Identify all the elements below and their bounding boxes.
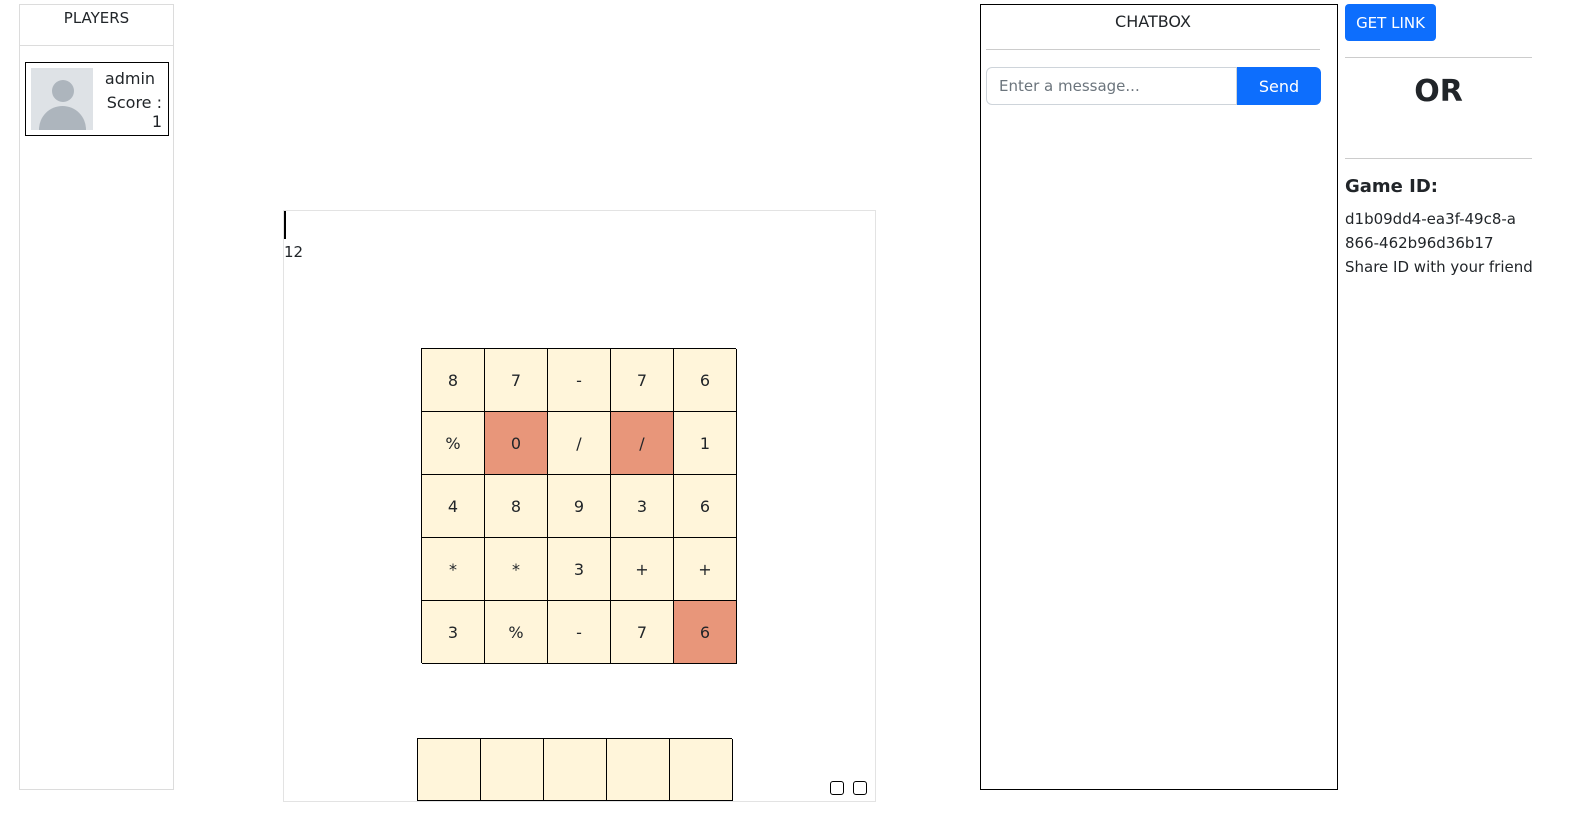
grid-cell[interactable]: /	[611, 412, 674, 475]
player-score: Score : 1	[106, 93, 162, 131]
or-text: OR	[1414, 74, 1463, 109]
grid-cell[interactable]: 9	[548, 475, 611, 538]
grid-cell[interactable]: 6	[674, 349, 737, 412]
grid-cell[interactable]: 7	[485, 349, 548, 412]
grid-cell[interactable]: %	[485, 601, 548, 664]
players-title: PLAYERS	[20, 5, 173, 46]
share-hint: Share ID with your friend	[1345, 258, 1533, 276]
player-name: admin	[104, 69, 156, 88]
grid-cell[interactable]: %	[422, 412, 485, 475]
send-button[interactable]: Send	[1237, 67, 1321, 105]
checkbox-right[interactable]	[853, 781, 867, 795]
game-board: 12 8 7-7 6% 0//1 4 8 9 3 6 * * 3 + +3% -7 6	[283, 210, 876, 802]
answer-slot[interactable]	[670, 739, 733, 801]
grid-cell[interactable]: 3	[422, 601, 485, 664]
answer-slot[interactable]	[481, 739, 544, 801]
grid-cell[interactable]: 7	[611, 601, 674, 664]
grid-cell[interactable]: +	[611, 538, 674, 601]
player-card: admin Score : 1	[25, 62, 169, 136]
divider-top	[1345, 57, 1532, 58]
grid-cell[interactable]: -	[548, 601, 611, 664]
grid-cell[interactable]: 8	[422, 349, 485, 412]
tile-grid: 8 7-7 6% 0//1 4 8 9 3 6 * * 3 + +3% -7 6	[421, 348, 737, 664]
grid-cell[interactable]: 6	[674, 601, 737, 664]
divider-bottom	[1345, 158, 1532, 159]
get-link-button[interactable]: GET LINK	[1345, 4, 1436, 41]
checkbox-left[interactable]	[830, 781, 844, 795]
answer-slots	[417, 738, 733, 801]
answer-slot[interactable]	[418, 739, 481, 801]
chatbox-title: CHATBOX	[986, 5, 1320, 50]
grid-cell[interactable]: 7	[611, 349, 674, 412]
text-caret	[284, 211, 286, 239]
players-panel: PLAYERS admin Score : 1	[19, 4, 174, 790]
grid-cell[interactable]: -	[548, 349, 611, 412]
game-id-value: d1b09dd4-ea3f-49c8-a866-462b96d36b17	[1345, 210, 1516, 252]
grid-cell[interactable]: 3	[611, 475, 674, 538]
grid-cell[interactable]: *	[485, 538, 548, 601]
chatbox-panel: CHATBOX Send	[980, 4, 1338, 790]
avatar-icon	[31, 68, 93, 130]
grid-cell[interactable]: 3	[548, 538, 611, 601]
game-id-title: Game ID:	[1345, 176, 1438, 197]
target-number: 12	[284, 243, 304, 261]
answer-slot[interactable]	[607, 739, 670, 801]
grid-cell[interactable]: *	[422, 538, 485, 601]
message-input[interactable]	[986, 67, 1237, 105]
answer-slot[interactable]	[544, 739, 607, 801]
grid-cell[interactable]: /	[548, 412, 611, 475]
grid-cell[interactable]: +	[674, 538, 737, 601]
grid-cell[interactable]: 6	[674, 475, 737, 538]
grid-cell[interactable]: 1	[674, 412, 737, 475]
grid-cell[interactable]: 0	[485, 412, 548, 475]
grid-cell[interactable]: 4	[422, 475, 485, 538]
grid-cell[interactable]: 8	[485, 475, 548, 538]
